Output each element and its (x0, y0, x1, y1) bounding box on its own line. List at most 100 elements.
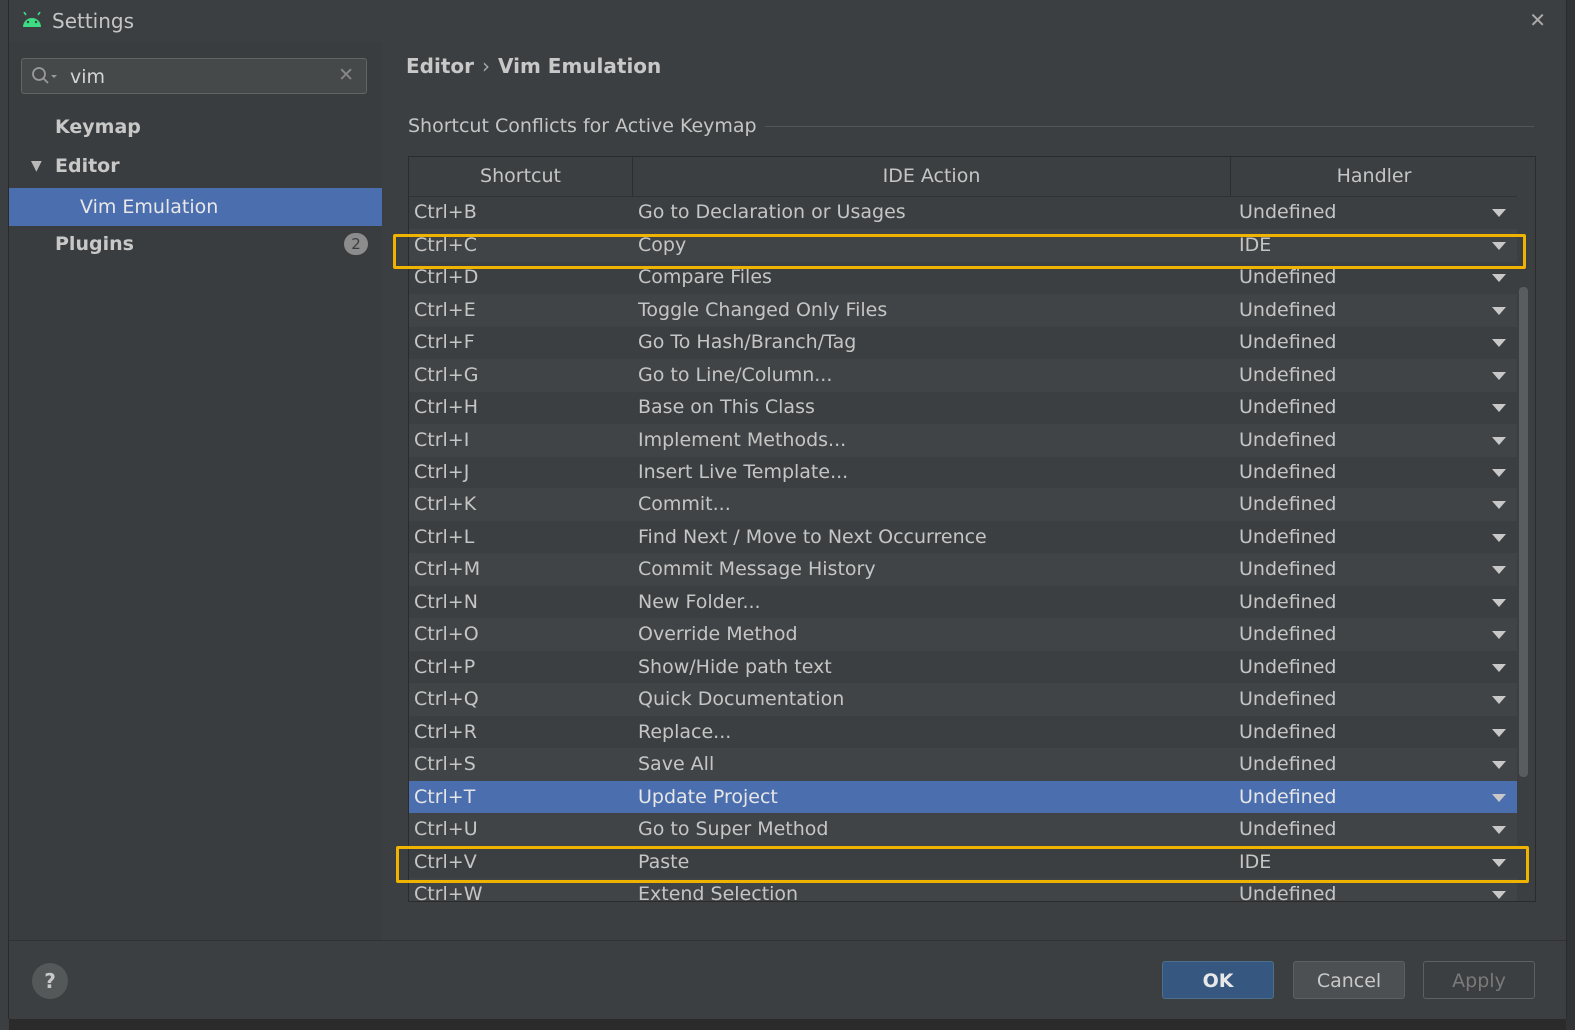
dropdown-arrow-icon[interactable] (1492, 469, 1506, 477)
expand-arrow-icon[interactable]: ▼ (31, 147, 42, 185)
handler-select[interactable]: Undefined (1239, 359, 1469, 392)
handler-select[interactable]: Undefined (1239, 586, 1469, 619)
column-header-shortcut[interactable]: Shortcut (409, 157, 633, 196)
handler-select[interactable]: Undefined (1239, 391, 1469, 424)
sidebar-item-vim-emulation[interactable]: Vim Emulation (9, 188, 382, 226)
handler-select[interactable]: Undefined (1239, 456, 1469, 489)
table-row[interactable]: Ctrl+D Compare Files Undefined (409, 261, 1517, 294)
table-row[interactable]: Ctrl+Q Quick Documentation Undefined (409, 683, 1517, 716)
table-row[interactable]: Ctrl+K Commit... Undefined (409, 488, 1517, 521)
clear-search-icon[interactable]: ✕ (338, 64, 354, 86)
settings-sidebar: ✕ Keymap ▼ Editor Vim Emulation Plugins … (9, 42, 382, 940)
table-row[interactable]: Ctrl+V Paste IDE (409, 846, 1517, 879)
table-row[interactable]: Ctrl+N New Folder... Undefined (409, 586, 1517, 619)
dropdown-arrow-icon[interactable] (1492, 534, 1506, 542)
dropdown-arrow-icon[interactable] (1492, 761, 1506, 769)
dialog-footer: ? OK Cancel Apply (9, 940, 1566, 1019)
dropdown-arrow-icon[interactable] (1492, 242, 1506, 250)
handler-select[interactable]: Undefined (1239, 424, 1469, 457)
handler-select[interactable]: Undefined (1239, 651, 1469, 684)
handler-select[interactable]: Undefined (1239, 261, 1469, 294)
ide-action-cell: Go To Hash/Branch/Tag (638, 331, 857, 353)
ide-action-cell: Quick Documentation (638, 688, 845, 710)
breadcrumb-parent[interactable]: Editor (406, 54, 474, 78)
dropdown-arrow-icon[interactable] (1492, 664, 1506, 672)
sidebar-item-label: Editor (55, 155, 120, 177)
sidebar-item-keymap[interactable]: Keymap (9, 108, 382, 146)
plugins-count-badge: 2 (344, 233, 368, 255)
dropdown-arrow-icon[interactable] (1492, 891, 1506, 899)
handler-select[interactable]: Undefined (1239, 618, 1469, 651)
ide-action-cell: Insert Live Template... (638, 461, 849, 483)
table-row[interactable]: Ctrl+U Go to Super Method Undefined (409, 813, 1517, 846)
cancel-button[interactable]: Cancel (1293, 961, 1405, 999)
dropdown-arrow-icon[interactable] (1492, 404, 1506, 412)
table-row[interactable]: Ctrl+O Override Method Undefined (409, 618, 1517, 651)
table-row[interactable]: Ctrl+G Go to Line/Column... Undefined (409, 359, 1517, 392)
dropdown-arrow-icon[interactable] (1492, 339, 1506, 347)
table-row[interactable]: Ctrl+W Extend Selection Undefined (409, 878, 1517, 902)
dropdown-arrow-icon[interactable] (1492, 274, 1506, 282)
column-header-handler[interactable]: Handler (1231, 157, 1517, 196)
handler-select[interactable]: IDE (1239, 229, 1469, 262)
dropdown-arrow-icon[interactable] (1492, 794, 1506, 802)
table-row[interactable]: Ctrl+S Save All Undefined (409, 748, 1517, 781)
ok-button[interactable]: OK (1162, 961, 1274, 999)
search-input[interactable] (68, 63, 322, 91)
shortcut-cell: Ctrl+W (414, 883, 483, 902)
table-row[interactable]: Ctrl+I Implement Methods... Undefined (409, 424, 1517, 457)
handler-select[interactable]: Undefined (1239, 748, 1469, 781)
handler-select[interactable]: Undefined (1239, 294, 1469, 327)
table-row[interactable]: Ctrl+F Go To Hash/Branch/Tag Undefined (409, 326, 1517, 359)
scrollbar-thumb[interactable] (1519, 287, 1528, 777)
help-button[interactable]: ? (32, 963, 68, 999)
dropdown-arrow-icon[interactable] (1492, 599, 1506, 607)
handler-select[interactable]: Undefined (1239, 683, 1469, 716)
dropdown-arrow-icon[interactable] (1492, 859, 1506, 867)
table-row[interactable]: Ctrl+C Copy IDE (409, 229, 1517, 262)
dropdown-arrow-icon[interactable] (1492, 209, 1506, 217)
dropdown-arrow-icon[interactable] (1492, 437, 1506, 445)
dropdown-arrow-icon[interactable] (1492, 501, 1506, 509)
dropdown-arrow-icon[interactable] (1492, 729, 1506, 737)
apply-button[interactable]: Apply (1423, 961, 1535, 999)
sidebar-item-plugins[interactable]: Plugins 2 (9, 225, 382, 263)
table-row[interactable]: Ctrl+P Show/Hide path text Undefined (409, 651, 1517, 684)
dropdown-arrow-icon[interactable] (1492, 372, 1506, 380)
table-row[interactable]: Ctrl+H Base on This Class Undefined (409, 391, 1517, 424)
handler-select[interactable]: Undefined (1239, 488, 1469, 521)
handler-select[interactable]: Undefined (1239, 196, 1469, 229)
handler-select[interactable]: Undefined (1239, 521, 1469, 554)
search-box[interactable]: ✕ (21, 58, 367, 94)
table-row[interactable]: Ctrl+E Toggle Changed Only Files Undefined (409, 294, 1517, 327)
dropdown-arrow-icon[interactable] (1492, 566, 1506, 574)
android-icon (23, 12, 41, 27)
table-row[interactable]: Ctrl+L Find Next / Move to Next Occurrenc… (409, 521, 1517, 554)
handler-select[interactable]: Undefined (1239, 716, 1469, 749)
handler-select[interactable]: IDE (1239, 846, 1469, 879)
handler-select[interactable]: Undefined (1239, 553, 1469, 586)
handler-select[interactable]: Undefined (1239, 781, 1469, 814)
table-row[interactable]: Ctrl+M Commit Message History Undefined (409, 553, 1517, 586)
sidebar-item-editor[interactable]: ▼ Editor (9, 147, 382, 185)
breadcrumb-current: Vim Emulation (498, 54, 662, 78)
dropdown-arrow-icon[interactable] (1492, 631, 1506, 639)
dropdown-arrow-icon[interactable] (1492, 826, 1506, 834)
shortcut-cell: Ctrl+D (414, 266, 479, 288)
handler-select[interactable]: Undefined (1239, 878, 1469, 901)
table-row[interactable]: Ctrl+R Replace... Undefined (409, 716, 1517, 749)
ide-action-cell: Implement Methods... (638, 429, 847, 451)
title-bar: Settings ✕ (9, 0, 1566, 42)
sidebar-item-label: Keymap (55, 116, 141, 138)
handler-select[interactable]: Undefined (1239, 813, 1469, 846)
dropdown-arrow-icon[interactable] (1492, 696, 1506, 704)
table-row[interactable]: Ctrl+J Insert Live Template... Undefined (409, 456, 1517, 489)
dropdown-arrow-icon[interactable] (1492, 307, 1506, 315)
sidebar-item-label: Vim Emulation (80, 196, 219, 218)
shortcut-cell: Ctrl+V (414, 851, 477, 873)
close-icon[interactable]: ✕ (1529, 8, 1546, 32)
table-row[interactable]: Ctrl+B Go to Declaration or Usages Undefin… (409, 196, 1517, 229)
column-header-ide-action[interactable]: IDE Action (633, 157, 1231, 196)
handler-select[interactable]: Undefined (1239, 326, 1469, 359)
table-row[interactable]: Ctrl+T Update Project Undefined (409, 781, 1517, 814)
